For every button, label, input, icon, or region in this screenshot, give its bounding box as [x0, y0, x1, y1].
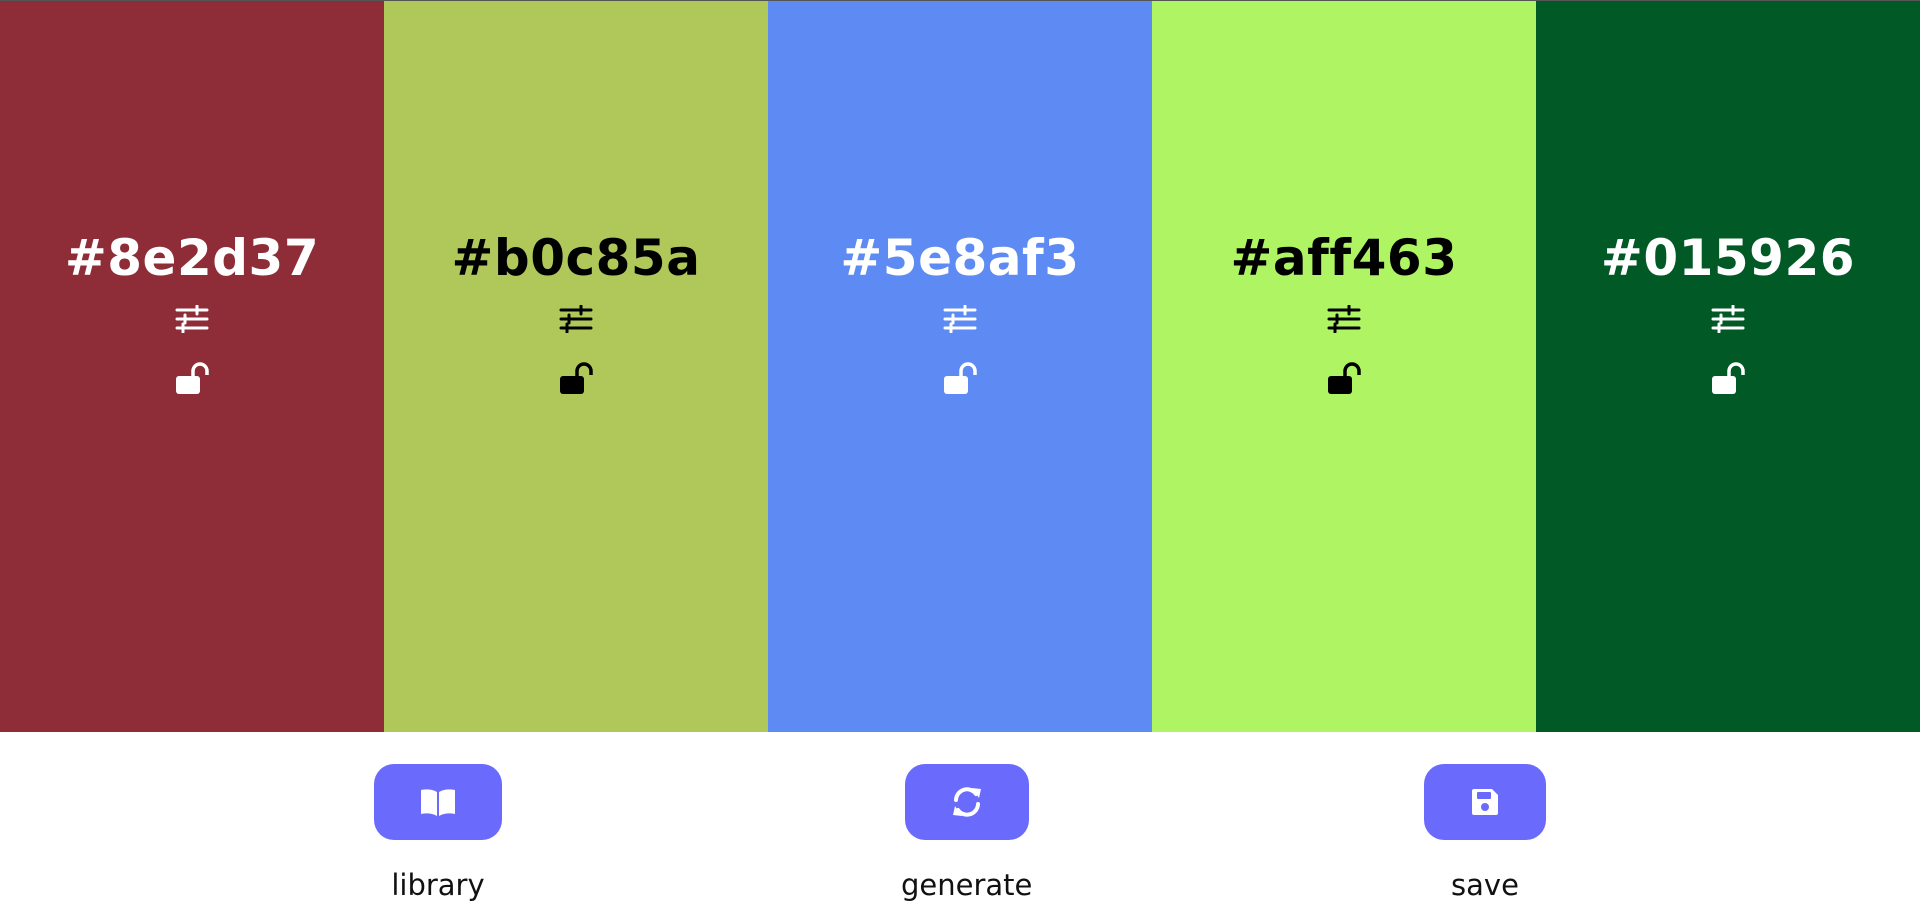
unlock-icon — [560, 362, 593, 394]
unlock-icon — [1712, 362, 1745, 394]
color-palette: #8e2d37 #b0c85a #5e8af3 #aff463 #015926 — [0, 0, 1920, 732]
color-swatch-3: #5e8af3 — [768, 1, 1152, 732]
hex-label[interactable]: #8e2d37 — [0, 233, 384, 283]
sliders-icon — [559, 305, 593, 333]
sliders-icon — [1327, 305, 1361, 333]
hex-label[interactable]: #b0c85a — [384, 233, 768, 283]
adjust-button[interactable] — [1326, 303, 1362, 335]
unlock-icon — [944, 362, 977, 394]
library-control: library — [374, 764, 502, 902]
adjust-button[interactable] — [174, 303, 210, 335]
hex-label[interactable]: #5e8af3 — [768, 233, 1152, 283]
generate-button[interactable] — [904, 764, 1029, 840]
refresh-icon — [952, 787, 981, 817]
lock-toggle-button[interactable] — [1324, 359, 1364, 399]
color-swatch-5: #015926 — [1536, 1, 1920, 732]
save-label: save — [1451, 868, 1519, 902]
hex-label[interactable]: #015926 — [1536, 233, 1920, 283]
adjust-button[interactable] — [558, 303, 594, 335]
save-button[interactable] — [1424, 764, 1546, 840]
sliders-icon — [1711, 305, 1745, 333]
save-control: save — [1424, 764, 1546, 902]
color-swatch-1: #8e2d37 — [0, 1, 384, 732]
color-swatch-4: #aff463 — [1152, 1, 1536, 732]
book-open-icon — [421, 789, 455, 816]
lock-toggle-button[interactable] — [556, 359, 596, 399]
hex-label[interactable]: #aff463 — [1152, 233, 1536, 283]
lock-toggle-button[interactable] — [940, 359, 980, 399]
generate-control: generate — [901, 764, 1032, 902]
unlock-icon — [176, 362, 209, 394]
library-button[interactable] — [374, 764, 502, 840]
color-swatch-2: #b0c85a — [384, 1, 768, 732]
sliders-icon — [175, 305, 209, 333]
lock-toggle-button[interactable] — [1708, 359, 1748, 399]
sliders-icon — [943, 305, 977, 333]
lock-toggle-button[interactable] — [172, 359, 212, 399]
save-icon — [1472, 789, 1498, 815]
unlock-icon — [1328, 362, 1361, 394]
generate-label: generate — [901, 868, 1033, 902]
adjust-button[interactable] — [942, 303, 978, 335]
adjust-button[interactable] — [1710, 303, 1746, 335]
library-label: library — [391, 868, 485, 902]
controls-bar: library generate save — [0, 732, 1920, 913]
